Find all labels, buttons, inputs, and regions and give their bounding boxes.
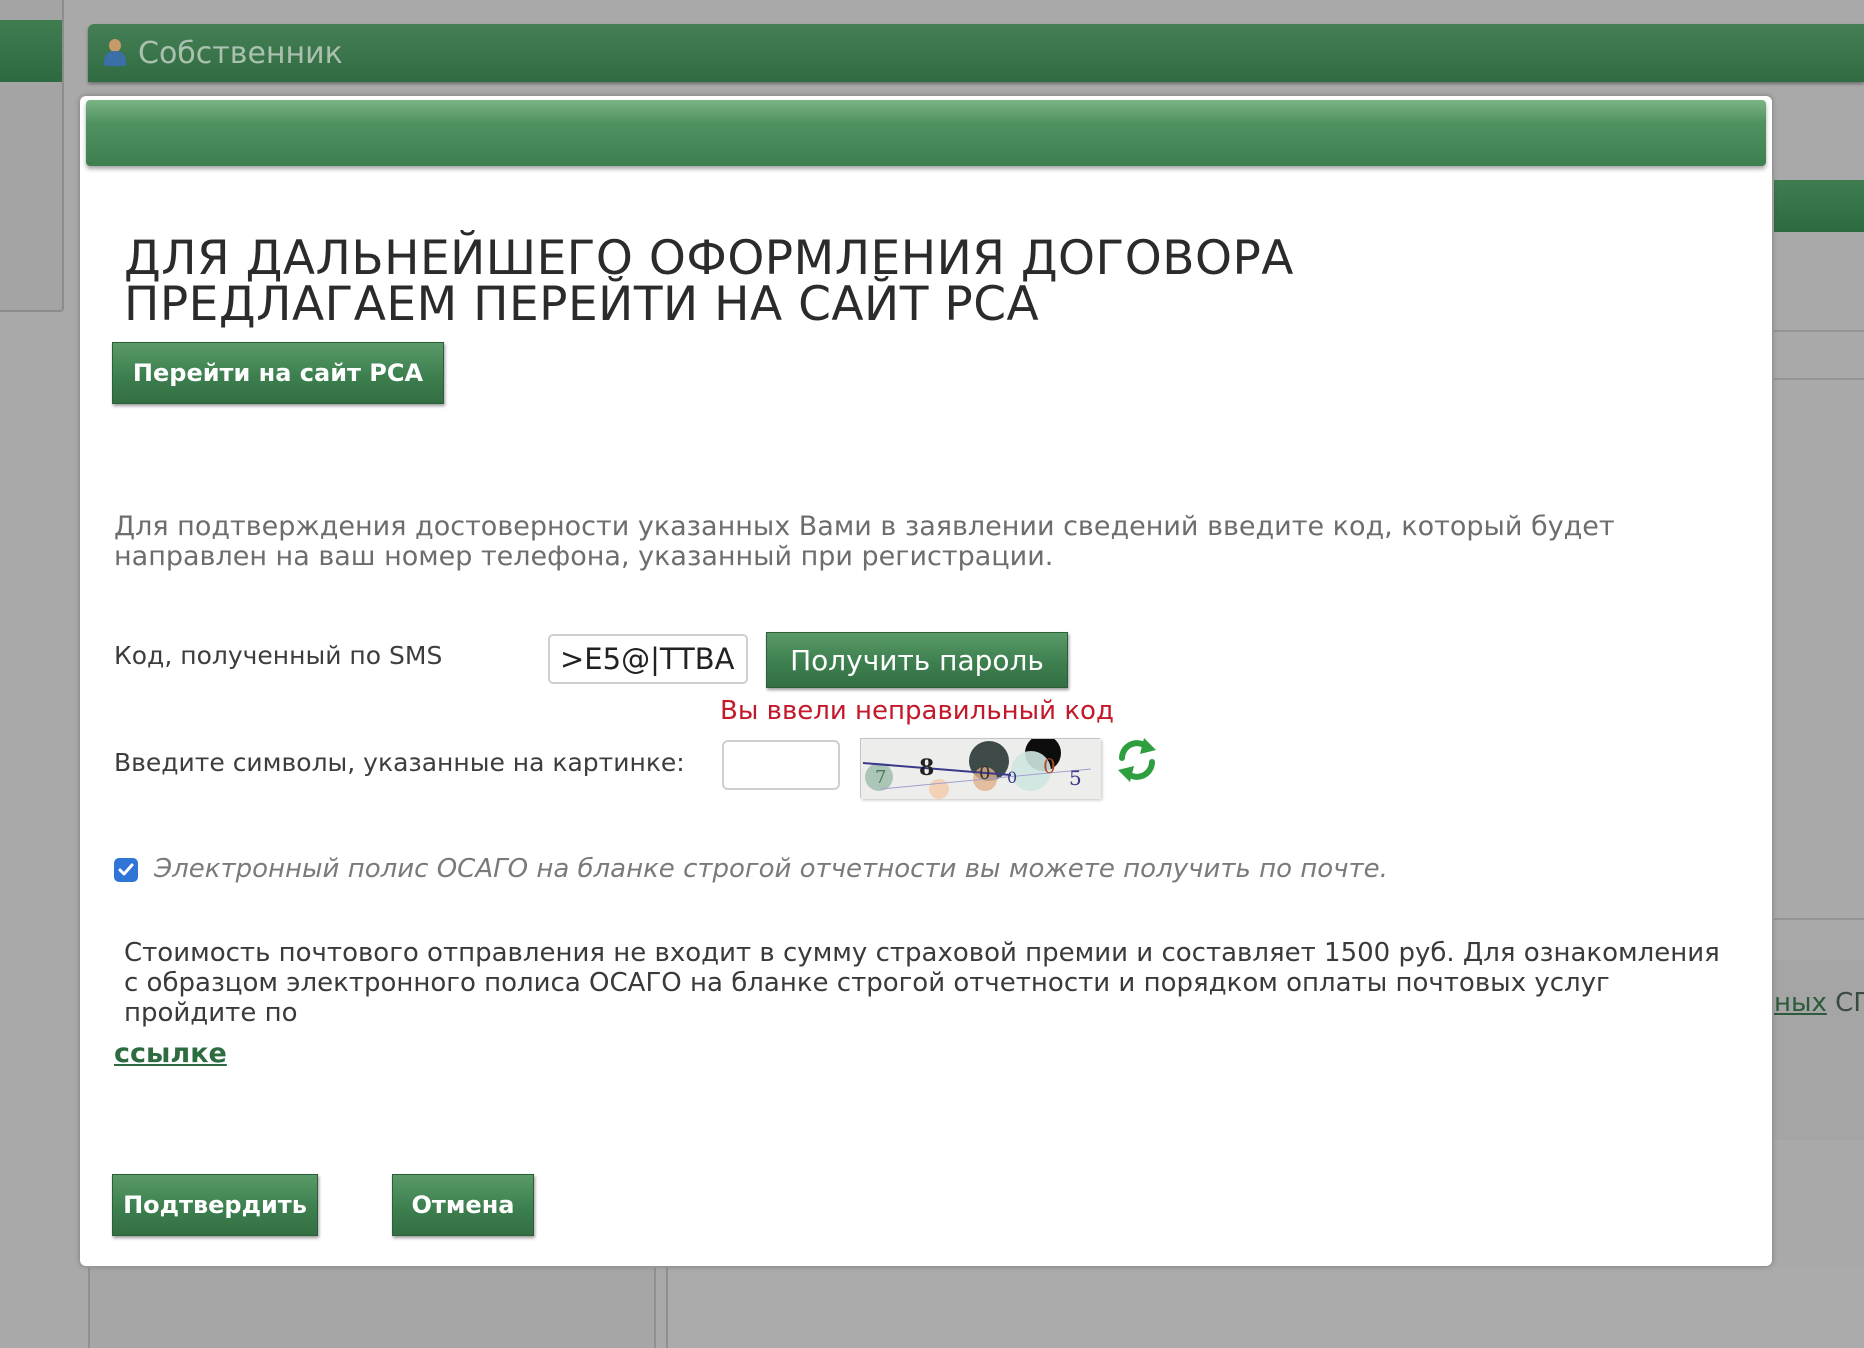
go-to-rca-site-button[interactable]: Перейти на сайт РСА bbox=[112, 342, 444, 404]
verification-info-text: Для подтверждения достоверности указанны… bbox=[114, 511, 1615, 572]
background-right-link: ных СП bbox=[1774, 988, 1864, 1018]
sms-code-label: Код, полученный по SMS bbox=[114, 641, 443, 670]
background-left-header bbox=[0, 20, 62, 82]
background-owner-header: Собственник bbox=[88, 24, 1864, 82]
sms-code-input[interactable] bbox=[548, 634, 748, 684]
postal-delivery-checkbox[interactable] bbox=[114, 858, 138, 882]
svg-text:5: 5 bbox=[1069, 766, 1082, 790]
background-bottom-panel bbox=[88, 1268, 656, 1348]
background-divider bbox=[1774, 918, 1864, 920]
captcha-input[interactable] bbox=[722, 740, 840, 790]
get-password-button[interactable]: Получить пароль bbox=[766, 632, 1068, 688]
background-right-card bbox=[1774, 960, 1864, 1140]
svg-text:0: 0 bbox=[1007, 768, 1017, 787]
rca-redirect-dialog: ДЛЯ ДАЛЬНЕЙШЕГО ОФОРМЛЕНИЯ ДОГОВОРА ПРЕД… bbox=[80, 96, 1772, 1266]
refresh-captcha-icon[interactable] bbox=[1114, 736, 1160, 784]
dialog-title: ДЛЯ ДАЛЬНЕЙШЕГО ОФОРМЛЕНИЯ ДОГОВОРА ПРЕД… bbox=[124, 231, 1294, 332]
background-right-header bbox=[1774, 180, 1864, 232]
postal-delivery-label: Электронный полис ОСАГО на бланке строго… bbox=[154, 854, 1388, 884]
dialog-header-bar bbox=[86, 100, 1766, 166]
captcha-label: Введите символы, указанные на картинке: bbox=[114, 748, 685, 777]
svg-text:0: 0 bbox=[979, 763, 990, 784]
owner-section-title: Собственник bbox=[138, 35, 343, 71]
svg-text:7: 7 bbox=[875, 767, 886, 788]
postage-cost-text: Стоимость почтового отправления не входи… bbox=[124, 938, 1720, 1028]
confirm-button[interactable]: Подтвердить bbox=[112, 1174, 318, 1236]
sms-error-message: Вы ввели неправильный код bbox=[720, 696, 1114, 726]
user-icon bbox=[102, 39, 128, 67]
background-divider bbox=[1774, 330, 1864, 332]
svg-text:0: 0 bbox=[1043, 754, 1056, 778]
svg-text:8: 8 bbox=[919, 755, 934, 781]
captcha-image: 7 8 0 0 0 5 bbox=[860, 735, 1101, 799]
sample-policy-link[interactable]: ссылке bbox=[114, 1038, 227, 1069]
background-bottom-panel bbox=[666, 1268, 1864, 1348]
checkmark-icon bbox=[118, 863, 134, 876]
background-divider bbox=[1774, 378, 1864, 380]
cancel-button[interactable]: Отмена bbox=[392, 1174, 534, 1236]
